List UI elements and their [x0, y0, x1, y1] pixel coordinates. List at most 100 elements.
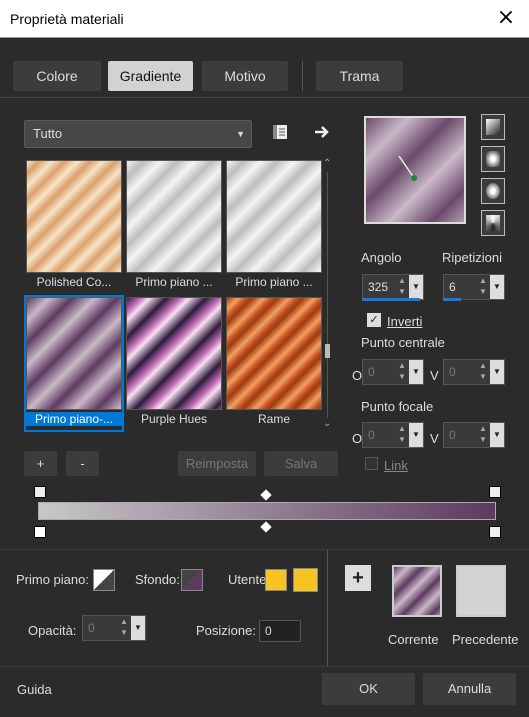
gradient-swatch-primo-piano-2[interactable]: Primo piano ...: [226, 160, 322, 293]
swatch-preview: [126, 160, 222, 273]
add-gradient-button[interactable]: +: [24, 451, 57, 476]
invert-checkbox[interactable]: ✓: [367, 313, 381, 327]
dropdown-arrow-icon[interactable]: ▼: [409, 423, 423, 447]
tab-motivo[interactable]: Motivo: [202, 61, 288, 91]
linear-gradient-glyph: [486, 119, 500, 135]
gradient-swatch-polished-copper[interactable]: Polished Co...: [26, 160, 122, 293]
user-swatch[interactable]: [265, 569, 287, 591]
spin-arrows-icon[interactable]: ▲ ▼: [395, 360, 409, 384]
linear-gradient-icon[interactable]: [481, 114, 505, 140]
ok-button[interactable]: OK: [322, 673, 415, 705]
opacity-label: Opacità:: [28, 623, 77, 638]
spin-arrows-icon[interactable]: ▲ ▼: [395, 275, 409, 299]
opacity-midpoint[interactable]: [260, 489, 272, 501]
current-label: Corrente: [388, 632, 439, 647]
position-value: 0: [265, 624, 272, 638]
category-value: Tutto: [33, 126, 63, 141]
chevron-down-icon: ▼: [236, 129, 245, 139]
repeats-input[interactable]: 6 ▲ ▼ ▼: [443, 274, 505, 300]
chevron-down-icon[interactable]: ⌄: [323, 418, 331, 429]
opacity-input[interactable]: 0 ▲ ▼ ▼: [82, 615, 146, 641]
gradient-swatch-purple-hues[interactable]: Purple Hues: [126, 297, 222, 430]
scroll-thumb[interactable]: [325, 344, 330, 358]
category-dropdown[interactable]: Tutto ▼: [24, 120, 252, 148]
swatch-preview: [26, 160, 122, 273]
position-input[interactable]: 0: [259, 620, 301, 642]
remove-gradient-button[interactable]: -: [66, 451, 99, 476]
tab-divider: [302, 61, 303, 91]
sunburst-gradient-icon[interactable]: [481, 178, 505, 204]
center-v-input[interactable]: 0 ▲ ▼ ▼: [443, 359, 505, 385]
tab-gradiente[interactable]: Gradiente: [108, 61, 193, 91]
chevron-up-icon[interactable]: ⌃: [323, 158, 331, 169]
dropdown-arrow-icon[interactable]: ▼: [490, 423, 504, 447]
center-o-label: O: [352, 368, 363, 383]
gradient-preview[interactable]: [364, 116, 466, 224]
repeats-slider[interactable]: [443, 298, 461, 301]
angle-value: 325: [368, 280, 389, 294]
dropdown-arrow-icon[interactable]: ▼: [409, 275, 423, 299]
dropdown-arrow-icon[interactable]: ▼: [490, 360, 504, 384]
angle-input[interactable]: 325 ▲ ▼ ▼: [362, 274, 424, 300]
radial-gradient-glyph: [486, 215, 500, 231]
focal-o-input[interactable]: 0 ▲ ▼ ▼: [362, 422, 424, 448]
center-point-label: Punto centrale: [361, 335, 445, 350]
save-button[interactable]: Salva: [264, 451, 338, 476]
spin-arrows-icon[interactable]: ▲ ▼: [476, 423, 490, 447]
cancel-button[interactable]: Annulla: [423, 673, 516, 705]
swatch-label: Purple Hues: [140, 412, 208, 426]
swatch-preview: [226, 297, 322, 410]
spin-arrows-icon[interactable]: ▲ ▼: [117, 616, 131, 640]
background-swatch[interactable]: [181, 569, 203, 591]
opacity-value: 0: [88, 621, 95, 635]
focal-o-value: 0: [368, 428, 375, 442]
help-link[interactable]: Guida: [17, 682, 52, 697]
user-color-large[interactable]: [293, 568, 318, 592]
swatch-preview: [226, 160, 322, 273]
focal-v-input[interactable]: 0 ▲ ▼ ▼: [443, 422, 505, 448]
gradient-swatch-rame[interactable]: Rame: [226, 297, 322, 430]
repeats-value: 6: [449, 280, 456, 294]
color-stop-right[interactable]: [489, 526, 501, 538]
rectangular-gradient-icon[interactable]: [481, 146, 505, 172]
opacity-stop-right[interactable]: [489, 486, 501, 498]
angle-slider[interactable]: [362, 298, 420, 301]
center-v-label: V: [430, 368, 439, 383]
position-label: Posizione:: [196, 623, 256, 638]
color-stop-left[interactable]: [34, 526, 46, 538]
spin-arrows-icon[interactable]: ▲ ▼: [476, 360, 490, 384]
focal-o-label: O: [352, 431, 363, 446]
gradient-swatch-primo-piano-1[interactable]: Primo piano ...: [126, 160, 222, 293]
user-label: Utente:: [228, 572, 270, 587]
dropdown-arrow-icon[interactable]: ▼: [131, 616, 145, 640]
swatch-preview: [26, 297, 122, 410]
close-icon[interactable]: ×: [494, 6, 518, 30]
foreground-swatch[interactable]: [93, 569, 115, 591]
arrow-right-icon[interactable]: [312, 122, 332, 142]
link-checkbox[interactable]: [365, 457, 378, 470]
radial-gradient-icon[interactable]: [481, 210, 505, 236]
previous-swatch[interactable]: [456, 565, 506, 617]
spin-arrows-icon[interactable]: ▲ ▼: [476, 275, 490, 299]
previous-label: Precedente: [452, 632, 519, 647]
reset-button[interactable]: Reimposta: [178, 451, 256, 476]
tab-trama[interactable]: Trama: [316, 61, 403, 91]
current-swatch[interactable]: [392, 565, 442, 617]
dropdown-arrow-icon[interactable]: ▼: [490, 275, 504, 299]
spin-arrows-icon[interactable]: ▲ ▼: [395, 423, 409, 447]
dropdown-arrow-icon[interactable]: ▼: [409, 360, 423, 384]
gradient-swatch-primo-piano-selected[interactable]: Primo piano-...: [24, 295, 124, 432]
bottom-divider: [327, 550, 328, 666]
opacity-stop-left[interactable]: [34, 486, 46, 498]
swatch-label: Primo piano-...: [26, 412, 122, 426]
library-scrollbar[interactable]: ⌃ ⌄: [322, 158, 334, 432]
focal-point-label: Punto focale: [361, 399, 434, 414]
add-swatch-icon[interactable]: +: [345, 565, 371, 591]
center-v-value: 0: [449, 365, 456, 379]
gradient-bar[interactable]: [38, 502, 496, 520]
color-midpoint[interactable]: [260, 521, 272, 533]
tab-colore[interactable]: Colore: [13, 61, 101, 91]
library-icon[interactable]: [270, 122, 290, 142]
center-o-input[interactable]: 0 ▲ ▼ ▼: [362, 359, 424, 385]
foreground-label: Primo piano:: [16, 572, 89, 587]
